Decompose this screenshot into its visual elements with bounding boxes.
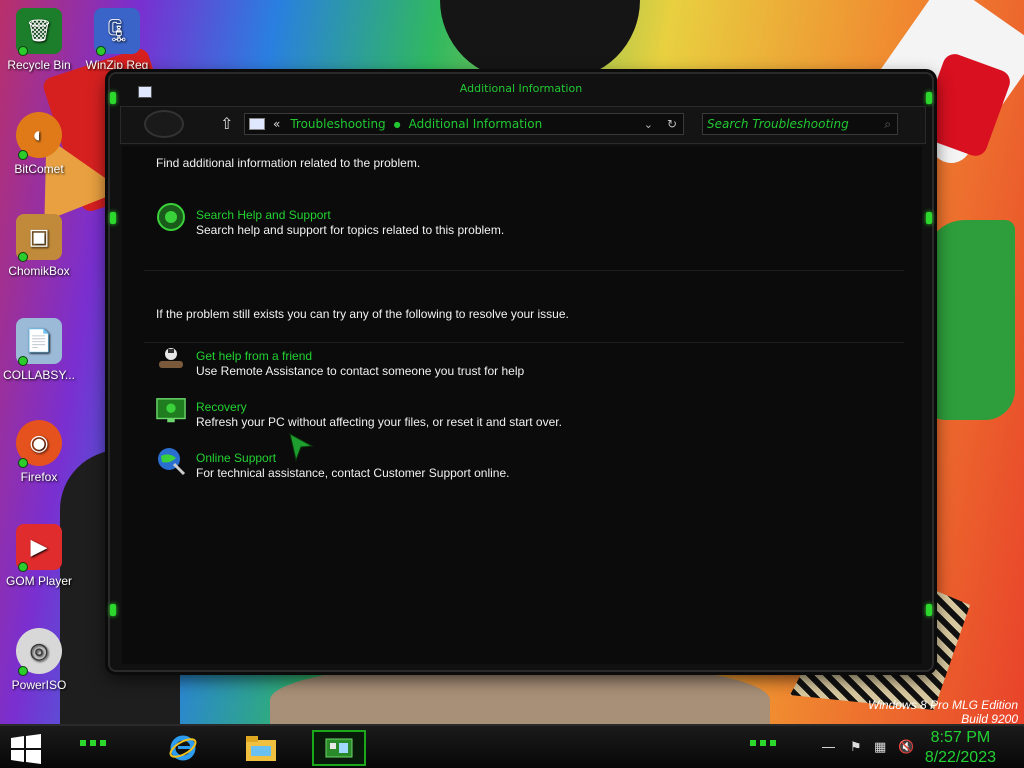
window-title: Additional Information [459,82,583,95]
desktop-icon-label: ChomikBox [8,264,70,278]
online-support-link[interactable]: Online Support [196,451,276,465]
desktop-icon-label: WinZip Reg [85,58,149,72]
desktop-icon-chomikbox[interactable]: ▣ ChomikBox [0,214,78,278]
chevron-down-icon[interactable]: ⌄ [644,118,653,131]
frame-led [110,604,116,616]
search-help-link[interactable]: Search Help and Support [196,208,331,222]
clock-date: 8/22/2023 [924,749,996,766]
back-forward-button[interactable] [144,110,184,138]
start-button-windows-icon[interactable] [10,734,42,764]
chevron-up-icon[interactable]: ― [822,740,835,755]
section-divider [144,270,904,271]
frame-led [926,604,932,616]
search-input[interactable]: Search Troubleshooting ⌕ [702,113,898,135]
breadcrumb-separator-icon[interactable]: ● [394,120,401,129]
desktop-icon-label: Firefox [20,470,58,484]
desktop-icon-label: BitComet [14,162,64,176]
chomikbox-icon: ▣ [16,214,62,262]
gom-player-icon: ▶ [16,524,62,572]
wallpaper-cap [440,0,640,80]
winzip-icon: 🗜 [94,8,140,56]
desktop-icon-label: GOM Player [5,574,72,588]
section-divider [144,342,904,343]
taskbar-led [750,740,780,746]
recovery-icon[interactable] [156,396,186,426]
file-explorer-icon [246,736,276,761]
remote-assistance-icon[interactable] [156,344,186,374]
desktop-icon-poweriso[interactable]: ◎ PowerISO [0,628,78,692]
desktop-icon-collabsy[interactable]: 📄 COLLABSY... [0,318,78,382]
disc-icon: ◎ [16,628,62,676]
taskbar-led [80,740,110,746]
online-support-desc: For technical assistance, contact Custom… [196,466,510,480]
get-help-friend-desc: Use Remote Assistance to contact someone… [196,364,525,378]
breadcrumb-overflow[interactable]: « [273,117,280,131]
frame-led [110,92,116,104]
desktop-icon-bitcomet[interactable]: ◐ BitComet [0,112,78,176]
desktop-icon-label: Recycle Bin [7,58,71,72]
frame-led [926,92,932,104]
os-edition-watermark: Windows 8 Pro MLG Edition Build 9200 [868,698,1018,726]
intro-text: Find additional information related to t… [156,156,421,170]
firefox-icon: ◉ [16,420,62,468]
taskbar-file-explorer[interactable] [234,730,288,766]
frame-led [926,212,932,224]
address-bar[interactable]: « Troubleshooting ● Additional Informati… [244,113,684,135]
frame-led [110,212,116,224]
search-placeholder: Search Troubleshooting [707,117,849,131]
internet-explorer-icon [169,735,197,761]
online-support-icon[interactable] [156,446,186,476]
recovery-link[interactable]: Recovery [196,400,247,414]
volume-muted-icon[interactable]: 🔇 [898,740,914,755]
desktop-icon-winzip[interactable]: 🗜 WinZip Reg [78,8,156,72]
breadcrumb-troubleshooting[interactable]: Troubleshooting [290,117,385,131]
taskbar-control-panel[interactable] [312,730,366,766]
control-panel-icon [249,118,265,130]
os-edition-line1: Windows 8 Pro MLG Edition [868,698,1018,712]
file-icon: 📄 [16,318,62,366]
trash-icon: 🗑 [16,8,62,56]
recovery-desc: Refresh your PC without affecting your f… [196,415,562,429]
desktop-icon-gom-player[interactable]: ▶ GOM Player [0,524,78,588]
control-panel-icon [325,738,353,758]
network-error-icon[interactable]: ▦ [874,740,886,755]
wallpaper-shoe [925,220,1015,420]
main-content: Find additional information related to t… [122,146,922,664]
refresh-icon[interactable]: ↻ [667,117,677,131]
search-icon[interactable]: ⌕ [884,117,891,132]
help-support-icon[interactable] [156,202,186,232]
taskbar-internet-explorer[interactable] [156,730,210,766]
taskbar: ― ⚑ ▦ 🔇 8:57 PM 8/22/2023 [0,724,1024,768]
bitcomet-icon: ◐ [16,112,62,160]
resolve-intro-text: If the problem still exists you can try … [156,307,569,321]
system-clock[interactable]: 8:57 PM 8/22/2023 [925,728,996,768]
desktop-icon-recycle-bin[interactable]: 🗑 Recycle Bin [0,8,78,72]
desktop-icon-firefox[interactable]: ◉ Firefox [0,420,78,484]
breadcrumb-additional-information[interactable]: Additional Information [409,117,543,131]
search-help-desc: Search help and support for topics relat… [196,223,505,237]
up-arrow-icon[interactable]: ⇧ [220,114,233,133]
clock-time: 8:57 PM [930,729,991,746]
get-help-friend-link[interactable]: Get help from a friend [196,349,312,363]
mouse-cursor-icon [289,433,314,462]
action-center-flag-icon[interactable]: ⚑ [850,740,862,755]
desktop-icon-label: PowerISO [11,678,67,692]
troubleshooting-window: Additional Information ⇧ « Troubleshooti… [108,72,934,672]
desktop-icon-label: COLLABSY... [3,368,75,382]
